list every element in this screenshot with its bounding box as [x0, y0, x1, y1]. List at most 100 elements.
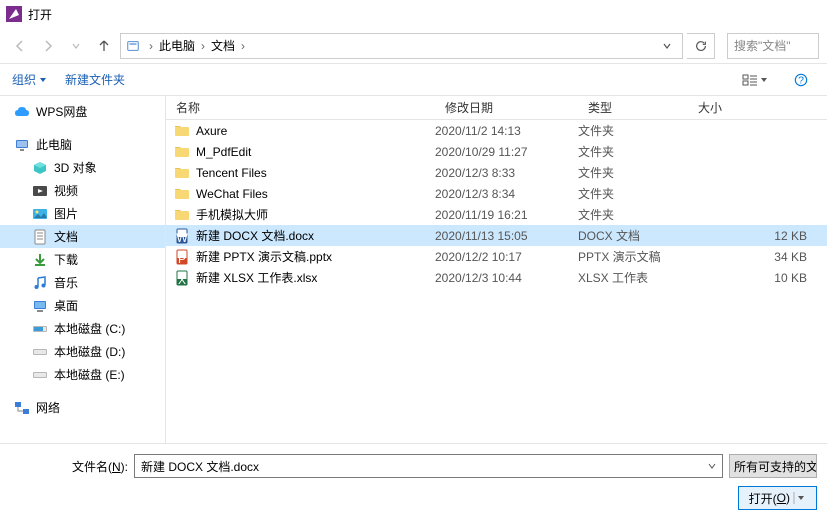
- sidebar-item-downloads[interactable]: 下载: [0, 248, 165, 271]
- column-header-size[interactable]: 大小: [688, 96, 827, 119]
- file-size: 12 KB: [688, 229, 827, 243]
- file-date: 2020/12/3 8:34: [435, 187, 578, 201]
- documents-icon: [32, 229, 48, 245]
- file-date: 2020/12/3 8:33: [435, 166, 578, 180]
- folder-icon: [174, 207, 190, 223]
- file-row[interactable]: Axure2020/11/2 14:13文件夹: [166, 120, 827, 141]
- breadcrumb-item[interactable]: 文档: [209, 37, 237, 54]
- file-type: 文件夹: [578, 164, 688, 181]
- sidebar-item-label: WPS网盘: [36, 103, 87, 120]
- downloads-icon: [32, 252, 48, 268]
- file-type: 文件夹: [578, 206, 688, 223]
- view-options-button[interactable]: [741, 69, 769, 91]
- column-header-date[interactable]: 修改日期: [435, 96, 578, 119]
- file-row[interactable]: 手机模拟大师 2020/11/19 16:21文件夹: [166, 204, 827, 225]
- sidebar-item-drive-d[interactable]: 本地磁盘 (D:): [0, 340, 165, 363]
- breadcrumb-item[interactable]: 此电脑: [157, 37, 197, 54]
- drive-e-icon: [32, 367, 48, 383]
- sidebar-item-documents[interactable]: 文档: [0, 225, 165, 248]
- refresh-button[interactable]: [687, 33, 715, 59]
- sidebar-item-label: 视频: [54, 182, 78, 199]
- file-row[interactable]: M_PdfEdit 2020/10/29 11:27文件夹: [166, 141, 827, 162]
- sidebar-item-pictures[interactable]: 图片: [0, 202, 165, 225]
- file-row[interactable]: P 新建 PPTX 演示文稿.pptx 2020/12/2 10:17PPTX 演示…: [166, 246, 827, 267]
- file-name: 新建 XLSX 工作表.xlsx: [196, 269, 317, 286]
- new-folder-button[interactable]: 新建文件夹: [65, 71, 125, 88]
- sidebar-item-label: 本地磁盘 (E:): [54, 366, 125, 383]
- file-name: 手机模拟大师: [196, 206, 268, 223]
- file-date: 2020/12/3 10:44: [435, 271, 578, 285]
- file-row[interactable]: WeChat Files 2020/12/3 8:34文件夹: [166, 183, 827, 204]
- chevron-right-icon: ›: [197, 39, 209, 53]
- title-bar: 打开: [0, 0, 827, 28]
- sidebar-item-music[interactable]: 音乐: [0, 271, 165, 294]
- file-date: 2020/11/19 16:21: [435, 208, 578, 222]
- help-button[interactable]: ?: [787, 69, 815, 91]
- monitor-icon: [14, 137, 30, 153]
- network-icon: [14, 400, 30, 416]
- file-date: 2020/10/29 11:27: [435, 145, 578, 159]
- search-input[interactable]: 搜索"文档": [727, 33, 819, 59]
- drive-d-icon: [32, 344, 48, 360]
- file-type: PPTX 演示文稿: [578, 248, 688, 265]
- sidebar-item-desktop[interactable]: 桌面: [0, 294, 165, 317]
- dialog-body: WPS网盘 此电脑 3D 对象视频图片文档下载音乐桌面本地磁盘 (C:)本地磁盘…: [0, 96, 827, 443]
- file-date: 2020/12/2 10:17: [435, 250, 578, 264]
- nav-up-button[interactable]: [92, 34, 116, 58]
- file-type: XLSX 工作表: [578, 269, 688, 286]
- desktop-icon: [32, 298, 48, 314]
- toolbar: 组织 新建文件夹 ?: [0, 64, 827, 96]
- sidebar-item-drive-e[interactable]: 本地磁盘 (E:): [0, 363, 165, 386]
- videos-icon: [32, 183, 48, 199]
- filetype-select[interactable]: 所有可支持的文: [729, 454, 817, 478]
- dropdown-icon: [708, 462, 716, 470]
- sidebar-item-this-pc[interactable]: 此电脑: [0, 133, 165, 156]
- pptx-icon: P: [174, 249, 190, 265]
- sidebar-item-network[interactable]: 网络: [0, 396, 165, 419]
- file-size: 10 KB: [688, 271, 827, 285]
- file-row[interactable]: Tencent Files2020/12/3 8:33文件夹: [166, 162, 827, 183]
- nav-forward-button: [36, 34, 60, 58]
- file-type: 文件夹: [578, 143, 688, 160]
- breadcrumb-dropdown-icon[interactable]: [656, 41, 678, 51]
- file-name: 新建 PPTX 演示文稿.pptx: [196, 248, 332, 265]
- breadcrumb-bar[interactable]: › 此电脑 › 文档 ›: [120, 33, 683, 59]
- svg-text:?: ?: [798, 74, 804, 86]
- file-name: 新建 DOCX 文档.docx: [196, 227, 314, 244]
- window-title: 打开: [28, 6, 52, 23]
- svg-text:P: P: [178, 252, 186, 265]
- column-header-name[interactable]: 名称: [166, 96, 435, 119]
- sidebar-item-label: 网络: [36, 399, 60, 416]
- file-size: 34 KB: [688, 250, 827, 264]
- folder-icon: [174, 144, 190, 160]
- pictures-icon: [32, 206, 48, 222]
- organize-menu[interactable]: 组织: [12, 71, 47, 88]
- file-name: WeChat Files: [196, 187, 268, 201]
- svg-text:W: W: [176, 231, 188, 244]
- sidebar-item-videos[interactable]: 视频: [0, 179, 165, 202]
- file-date: 2020/11/13 15:05: [435, 229, 578, 243]
- file-row[interactable]: W新建 DOCX 文档.docx2020/11/13 15:05DOCX 文档1…: [166, 225, 827, 246]
- sidebar-item-label: 此电脑: [36, 136, 72, 153]
- sidebar-item-label: 桌面: [54, 297, 78, 314]
- open-button[interactable]: 打开(O): [738, 486, 817, 510]
- folder-icon: [174, 123, 190, 139]
- sidebar-item-drive-c[interactable]: 本地磁盘 (C:): [0, 317, 165, 340]
- file-type: 文件夹: [578, 185, 688, 202]
- file-list: Axure2020/11/2 14:13文件夹 M_PdfEdit 2020/10/…: [166, 120, 827, 443]
- column-header-type[interactable]: 类型: [578, 96, 688, 119]
- chevron-right-icon: ›: [237, 39, 249, 53]
- sidebar-item-label: 3D 对象: [54, 159, 97, 176]
- sidebar-item-3d[interactable]: 3D 对象: [0, 156, 165, 179]
- dialog-footer: 文件名(N): 新建 DOCX 文档.docx 所有可支持的文 打开(O): [0, 443, 827, 520]
- sidebar-item-wps[interactable]: WPS网盘: [0, 100, 165, 123]
- filename-input[interactable]: 新建 DOCX 文档.docx: [134, 454, 723, 478]
- sidebar-item-label: 音乐: [54, 274, 78, 291]
- sidebar-item-label: 下载: [54, 251, 78, 268]
- nav-bar: › 此电脑 › 文档 › 搜索"文档": [0, 28, 827, 64]
- nav-back-button: [8, 34, 32, 58]
- file-row[interactable]: X新建 XLSX 工作表.xlsx2020/12/3 10:44XLSX 工作表…: [166, 267, 827, 288]
- file-name: M_PdfEdit: [196, 145, 251, 159]
- 3d-icon: [32, 160, 48, 176]
- file-panel: 名称 修改日期 类型 大小 Axure2020/11/2 14:13文件夹M_P…: [166, 96, 827, 443]
